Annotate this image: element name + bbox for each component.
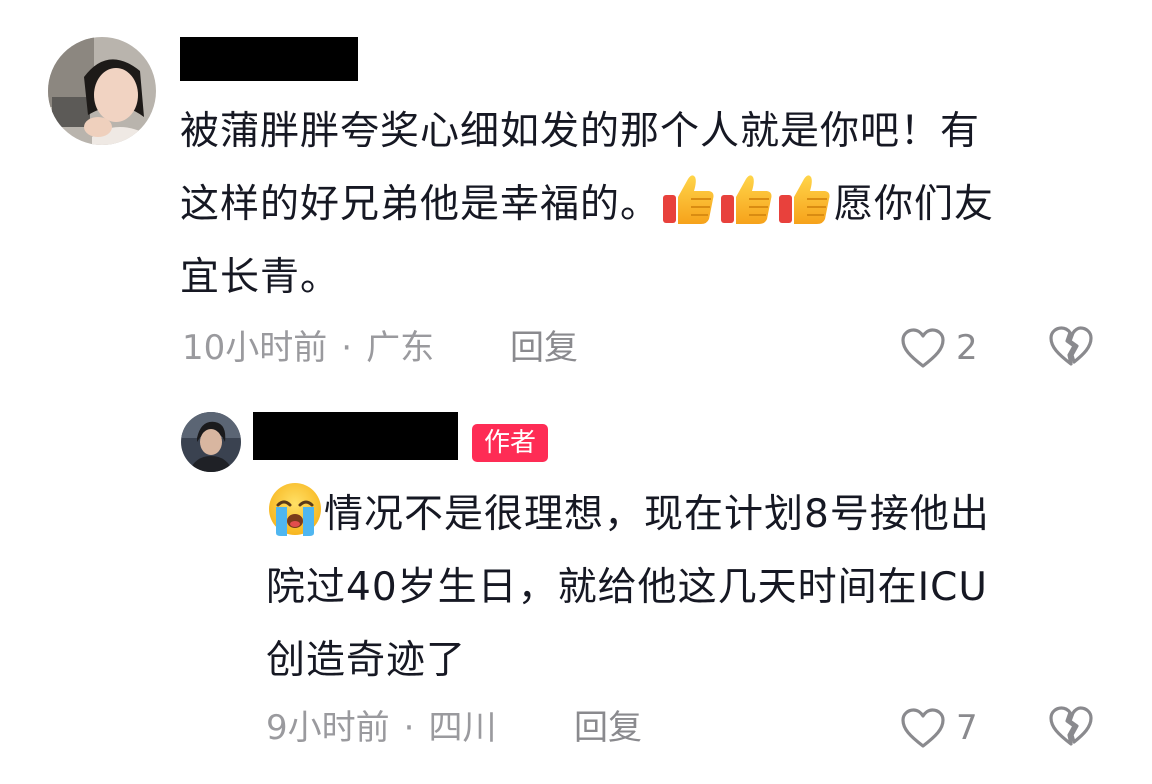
comment-time: 9小时前	[266, 708, 390, 748]
reply-body: 情况不是很理想，现在计划8号接他出 院过40岁生日，就给他这几天时间在ICU 创…	[266, 478, 990, 697]
comment-location: 四川	[428, 708, 497, 748]
dislike-button[interactable]	[1048, 324, 1094, 368]
author-badge: 作者	[472, 424, 549, 462]
thumbs-up-icon	[661, 171, 717, 227]
comment-line: 被蒲胖胖夸奖心细如发的那个人就是你吧！有	[180, 109, 981, 154]
comment-line: 这样的好兄弟他是幸福的。 愿你们友	[180, 168, 994, 241]
meta-separator: ·	[341, 328, 353, 368]
comment-thread: 被蒲胖胖夸奖心细如发的那个人就是你吧！有 这样的好兄弟他是幸福的。 愿你们友 宜长…	[0, 0, 1152, 784]
like-button[interactable]: 2	[900, 324, 978, 372]
comment-location: 广东	[366, 328, 435, 368]
commenter-avatar[interactable]	[48, 37, 156, 145]
heart-icon	[901, 328, 945, 368]
author-name-redacted[interactable]	[253, 412, 458, 460]
comment-body: 被蒲胖胖夸奖心细如发的那个人就是你吧！有 这样的好兄弟他是幸福的。 愿你们友 宜长…	[180, 95, 994, 314]
comment-meta: 10小时前 · 广东	[182, 328, 434, 368]
thumbs-up-icon	[719, 171, 775, 227]
like-count: 2	[956, 328, 978, 368]
comment-line: 院过40岁生日，就给他这几天时间在ICU	[266, 565, 988, 610]
commenter-name-redacted[interactable]	[180, 37, 358, 81]
reply-button[interactable]: 回复	[574, 708, 642, 748]
comment-line: 宜长青。	[180, 255, 341, 300]
loudly-crying-face-icon	[267, 481, 323, 537]
author-avatar[interactable]	[181, 412, 241, 472]
comment-time: 10小时前	[182, 328, 328, 368]
broken-heart-icon	[1049, 706, 1093, 746]
like-button[interactable]: 7	[900, 704, 978, 752]
thumbs-up-icon	[777, 171, 833, 227]
reply-button[interactable]: 回复	[510, 328, 578, 368]
comment-line: 情况不是很理想，现在计划8号接他出	[266, 478, 990, 551]
reply-meta: 9小时前 · 四川	[266, 708, 496, 748]
heart-icon	[901, 708, 945, 748]
comment-line: 创造奇迹了	[266, 638, 467, 683]
like-count: 7	[956, 708, 978, 748]
broken-heart-icon	[1049, 326, 1093, 366]
meta-separator: ·	[403, 708, 415, 748]
dislike-button[interactable]	[1048, 704, 1094, 748]
